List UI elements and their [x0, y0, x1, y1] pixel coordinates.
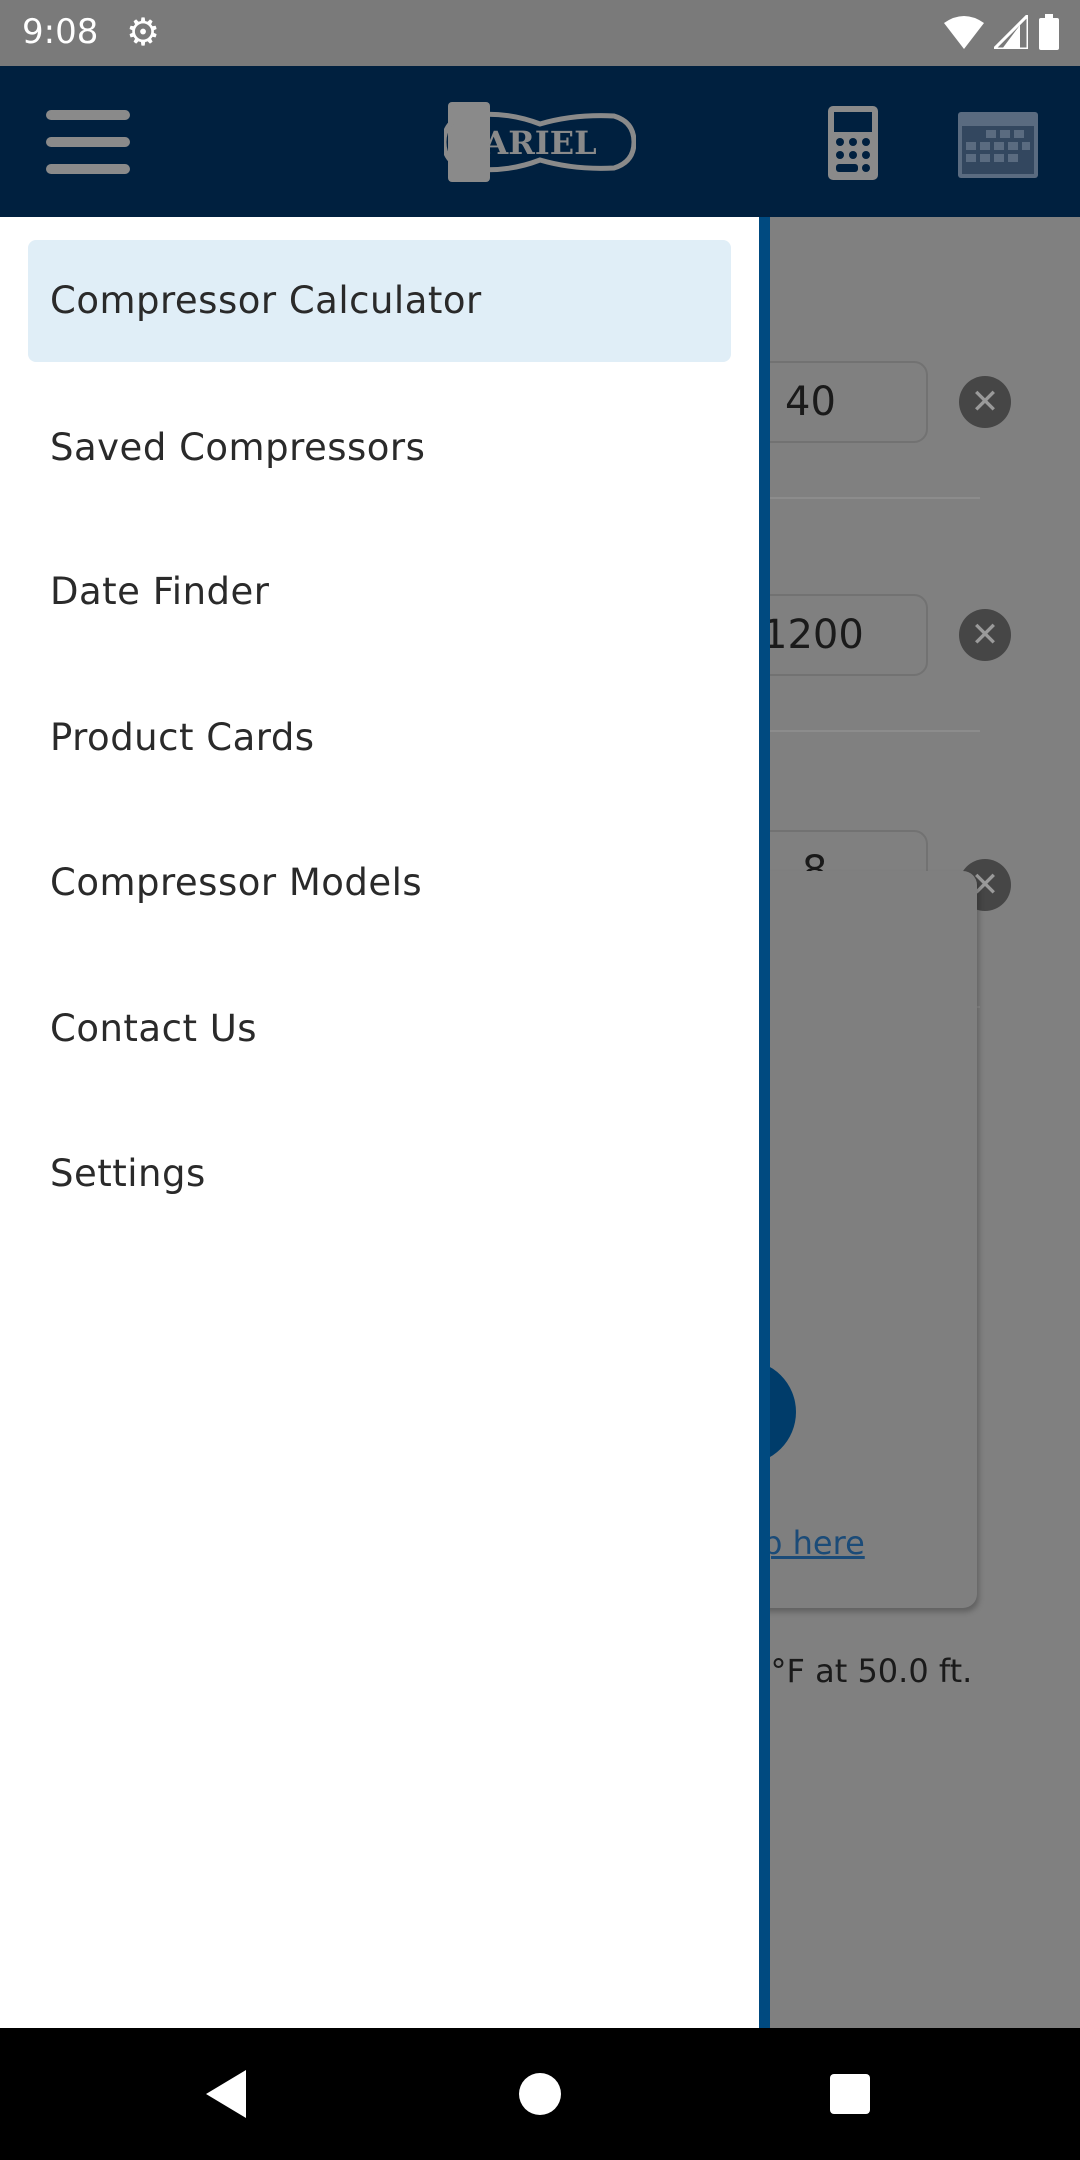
navigation-drawer: Compressor Calculator Saved Compressors … — [0, 217, 770, 2028]
drawer-item-contact-us[interactable]: Contact Us — [28, 968, 731, 1090]
drawer-item-label: Date Finder — [50, 570, 270, 613]
calendar-icon[interactable] — [958, 106, 1038, 178]
drawer-item-compressor-models[interactable]: Compressor Models — [28, 822, 731, 944]
drawer-item-settings[interactable]: Settings — [28, 1113, 731, 1235]
home-icon[interactable] — [519, 2073, 561, 2115]
conditions-text: 0 °F at 50.0 ft. — [740, 1652, 973, 1690]
clock: 9:08 — [22, 12, 99, 52]
drawer-item-product-cards[interactable]: Product Cards — [28, 677, 731, 799]
recents-icon[interactable] — [830, 2074, 870, 2114]
drawer-item-saved-compressors[interactable]: Saved Compressors — [28, 387, 731, 509]
gear-icon: ⚙ — [126, 10, 161, 54]
ariel-logo: ARIEL — [444, 102, 636, 182]
logo-text: ARIEL — [482, 124, 596, 162]
app-header: ARIEL — [0, 66, 1080, 217]
clear-icon[interactable]: ✕ — [959, 609, 1011, 661]
back-icon[interactable] — [206, 2070, 246, 2118]
clear-icon[interactable]: ✕ — [959, 376, 1011, 428]
signal-icon — [994, 15, 1028, 49]
drawer-item-label: Compressor Models — [50, 861, 423, 904]
status-bar: 9:08 ⚙ — [0, 0, 1080, 66]
menu-button[interactable] — [46, 110, 130, 174]
drawer-item-label: Product Cards — [50, 716, 315, 759]
system-nav-bar — [0, 2028, 1080, 2160]
wifi-icon — [944, 16, 984, 49]
drawer-item-compressor-calculator[interactable]: Compressor Calculator — [28, 240, 731, 362]
field-value: 40 — [785, 379, 836, 425]
drawer-item-date-finder[interactable]: Date Finder — [28, 531, 731, 653]
drawer-item-label: Settings — [50, 1152, 206, 1195]
drawer-item-label: Compressor Calculator — [50, 279, 482, 322]
battery-icon — [1039, 14, 1059, 50]
drawer-item-label: Saved Compressors — [50, 426, 426, 469]
drawer-item-label: Contact Us — [50, 1007, 258, 1050]
field-value: 1200 — [762, 612, 864, 658]
calculator-icon[interactable] — [828, 106, 878, 180]
